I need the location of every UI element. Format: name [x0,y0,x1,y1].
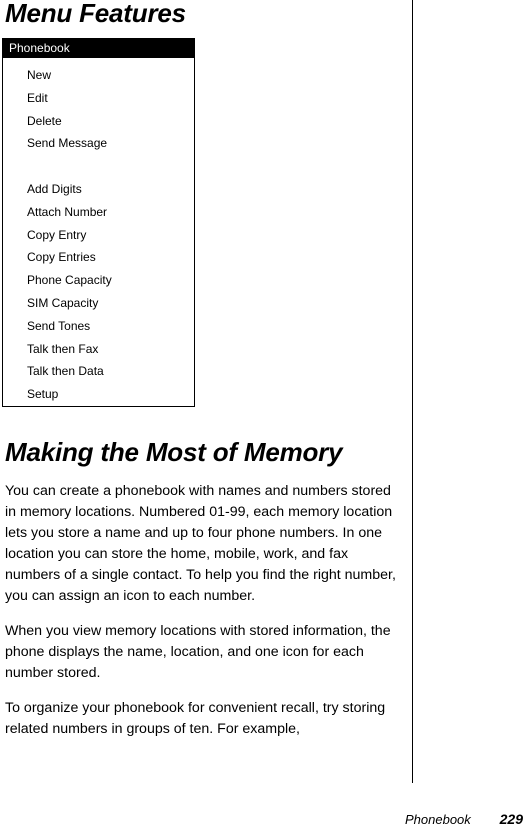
menu-item[interactable]: Edit [3,87,194,110]
menu-item[interactable]: Talk then Data [3,360,194,383]
menu-item[interactable]: Add Digits [3,178,194,201]
body-paragraph: To organize your phonebook for convenien… [5,700,386,737]
menu-item-list: New Edit Delete Send Message Add Digits Atta… [3,58,194,406]
menu-item[interactable]: Send Tones [3,315,194,338]
body-paragraph: When you view memory locations with stor… [5,623,391,681]
menu-item[interactable]: Copy Entry [3,224,194,247]
menu-item[interactable]: Attach Number [3,201,194,224]
menu-item[interactable]: SIM Capacity [3,292,194,315]
menu-item[interactable]: Talk then Fax [3,338,194,361]
page-title: Menu Features [5,0,186,28]
section-heading: Making the Most of Memory [5,437,343,467]
menu-item[interactable]: Setup [3,383,194,406]
menu-item[interactable]: Copy Entries [3,246,194,269]
phone-menu-illustration: Phonebook New Edit Delete Send Message Add … [2,38,195,407]
menu-item[interactable]: Send Message [3,132,194,155]
menu-item[interactable]: Delete [3,110,194,133]
menu-item-spacer [3,155,194,178]
menu-header-title: Phonebook [3,39,194,58]
menu-item[interactable]: New [3,64,194,87]
page-footer: Phonebook 229 [405,811,523,827]
body-paragraph: You can create a phonebook with names an… [5,483,396,604]
body-copy: You can create a phonebook with names an… [5,481,405,754]
page-vertical-rule [412,0,413,783]
menu-item[interactable]: Phone Capacity [3,269,194,292]
footer-section-label: Phonebook [405,812,471,827]
footer-page-number: 229 [499,811,523,827]
